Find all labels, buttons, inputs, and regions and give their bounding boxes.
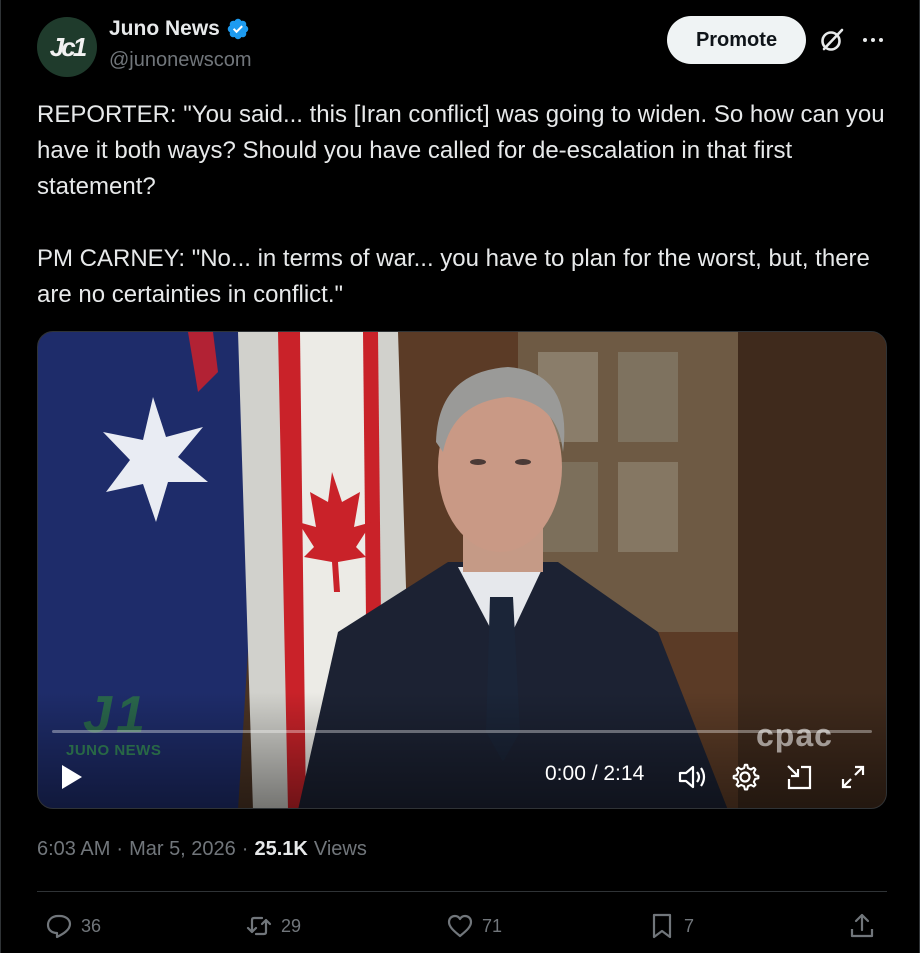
like-count: 71 bbox=[482, 915, 503, 936]
video-time: 0:00 / 2:14 bbox=[545, 762, 645, 785]
bookmark-count: 7 bbox=[684, 915, 695, 936]
left-border bbox=[0, 0, 1, 953]
repost-count: 29 bbox=[281, 915, 302, 936]
bookmark-icon bbox=[652, 913, 672, 939]
author-name-row: Juno News bbox=[109, 17, 250, 41]
promote-button[interactable]: Promote bbox=[667, 16, 806, 64]
volume-icon[interactable] bbox=[676, 762, 708, 792]
repost-icon bbox=[246, 916, 272, 936]
verified-badge-icon bbox=[227, 18, 249, 40]
handle[interactable]: @junonewscom bbox=[109, 49, 252, 72]
post-meta: 6:03 AM · Mar 5, 2026 · 25.1K Views bbox=[37, 838, 367, 861]
post-text: REPORTER: "You said... this [Iran confli… bbox=[37, 101, 885, 308]
more-options-icon[interactable] bbox=[860, 27, 886, 53]
post-time[interactable]: 6:03 AM bbox=[37, 838, 110, 861]
like-button[interactable]: 71 bbox=[446, 912, 502, 940]
display-name[interactable]: Juno News bbox=[109, 17, 220, 41]
avatar-logo: Jс1 bbox=[49, 31, 87, 62]
play-icon[interactable] bbox=[58, 762, 86, 792]
reply-icon bbox=[46, 914, 72, 939]
video-player[interactable]: J 1 JUNO NEWS cpac 0:00 / 2:14 bbox=[37, 331, 887, 809]
video-watermark-right: cpac bbox=[756, 717, 833, 753]
repost-button[interactable]: 29 bbox=[245, 912, 301, 940]
views-count: 25.1K bbox=[254, 838, 308, 860]
reply-button[interactable]: 36 bbox=[45, 912, 101, 940]
settings-gear-icon[interactable] bbox=[730, 762, 760, 792]
reply-count: 36 bbox=[81, 915, 102, 936]
meta-separator: · bbox=[241, 838, 249, 860]
share-icon bbox=[850, 913, 874, 938]
post-date[interactable]: Mar 5, 2026 bbox=[129, 838, 236, 861]
pip-icon[interactable] bbox=[784, 762, 814, 792]
avatar[interactable]: Jс1 bbox=[37, 17, 97, 77]
views-label: Views bbox=[313, 838, 367, 860]
grok-icon[interactable] bbox=[818, 26, 846, 54]
video-progress-bar[interactable] bbox=[52, 730, 872, 733]
meta-separator: · bbox=[116, 838, 124, 860]
video-watermark-left: JUNO NEWS bbox=[66, 742, 162, 759]
bookmark-button[interactable]: 7 bbox=[648, 912, 694, 940]
fullscreen-icon[interactable] bbox=[838, 762, 868, 792]
divider bbox=[37, 891, 887, 892]
share-button[interactable] bbox=[848, 912, 876, 940]
heart-icon bbox=[447, 914, 473, 938]
